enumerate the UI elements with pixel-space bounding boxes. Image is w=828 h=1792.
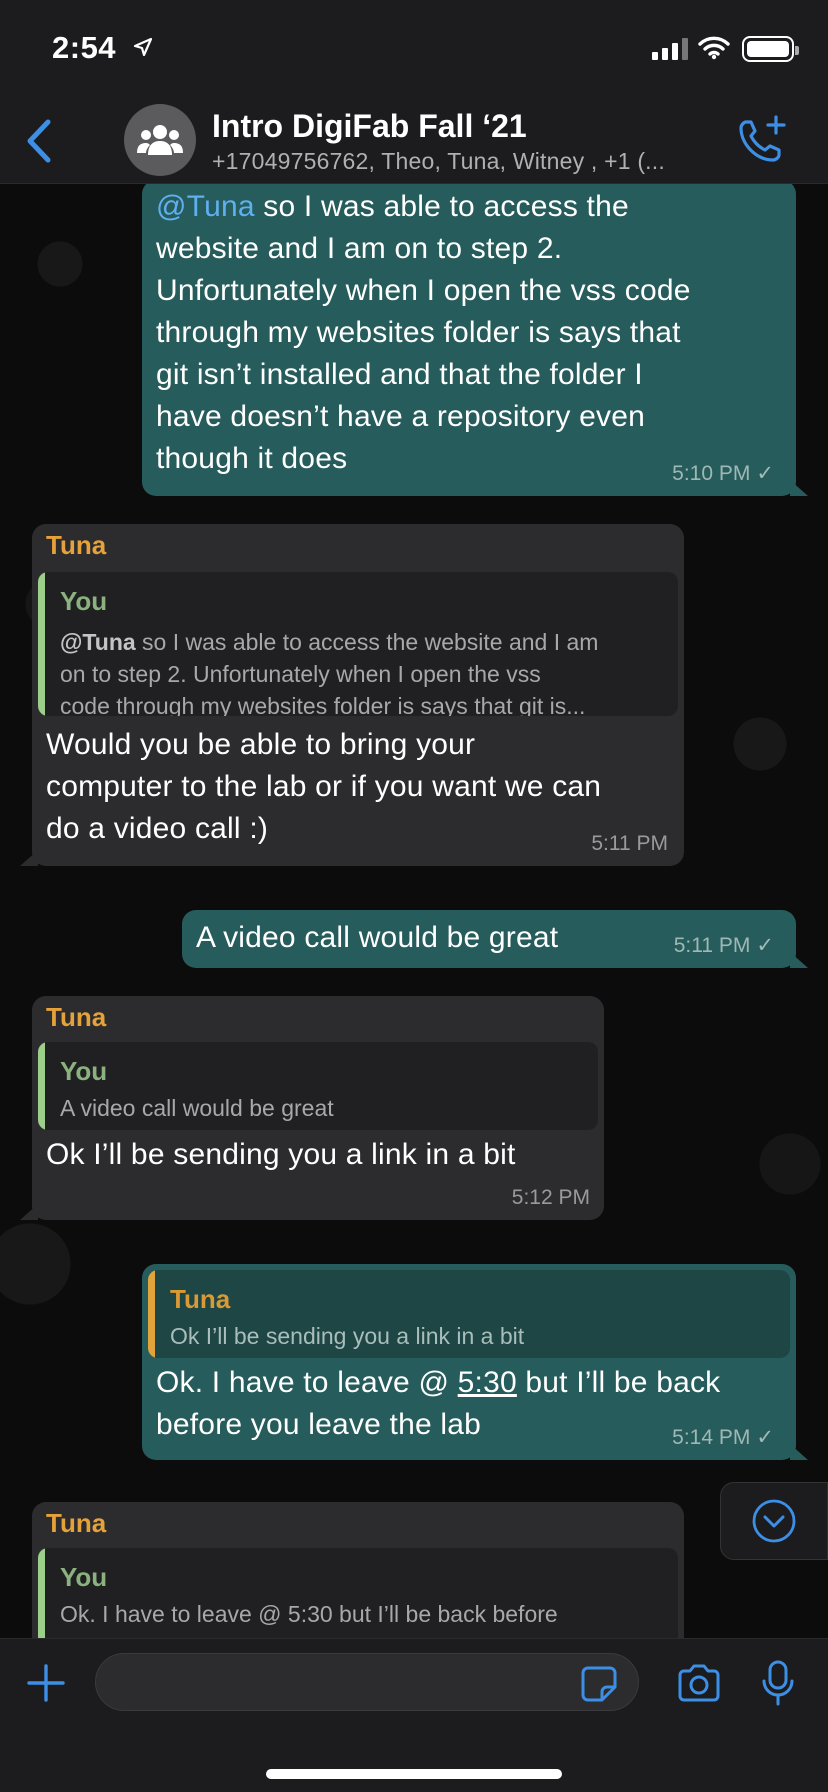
quoted-message[interactable]: Tuna Ok I’ll be sending you a link in a …: [148, 1270, 790, 1358]
home-indicator[interactable]: [266, 1769, 562, 1779]
message-text: Ok I’ll be sending you a link in a bit: [46, 1138, 516, 1171]
message-time: 5:11 PM ✓: [673, 934, 774, 957]
quoted-message[interactable]: You A video call would be great: [38, 1042, 598, 1130]
quote-text: Ok I’ll be sending you a link in a bit: [170, 1323, 525, 1349]
quote-bar: [38, 572, 45, 716]
quote-bar: [148, 1270, 155, 1358]
message-input[interactable]: [95, 1653, 639, 1711]
scroll-to-bottom-button[interactable]: [720, 1482, 828, 1560]
bubble-tail: [790, 1444, 808, 1460]
message-bubble-outgoing[interactable]: Tuna Ok I’ll be sending you a link in a …: [142, 1264, 808, 1460]
quote-bar: [38, 1548, 45, 1638]
status-bar: 2:54: [0, 0, 828, 100]
add-call-icon[interactable]: [736, 114, 788, 166]
quote-author: Tuna: [170, 1284, 231, 1314]
bubble-tail: [790, 952, 808, 968]
sender-name[interactable]: Tuna: [46, 1508, 106, 1539]
location-arrow-icon: [133, 37, 153, 57]
message-list[interactable]: @Tuna so I was able to access the websit…: [0, 184, 828, 1638]
message-bubble-incoming[interactable]: Tuna You A video call would be great Ok …: [20, 996, 604, 1220]
group-avatar-icon: [137, 125, 183, 155]
camera-icon[interactable]: [676, 1663, 722, 1703]
quote-author: You: [60, 586, 108, 616]
plus-icon[interactable]: [26, 1663, 66, 1703]
sender-name[interactable]: Tuna: [46, 1002, 106, 1033]
quote-text: @Tuna so I was able to access the websit…: [60, 629, 599, 716]
microphone-icon[interactable]: [760, 1659, 796, 1707]
quote-bar: [38, 1042, 45, 1130]
message-bubble-outgoing[interactable]: A video call would be great 5:11 PM ✓: [182, 910, 808, 968]
chat-header: Intro DigiFab Fall ‘21 +17049756762, The…: [0, 100, 828, 184]
sticker-icon[interactable]: [580, 1665, 618, 1703]
message-text: @Tuna so I was able to access the websit…: [156, 190, 691, 475]
quote-author: You: [60, 1562, 108, 1592]
quote-text: Ok. I have to leave @ 5:30 but I’ll be b…: [60, 1601, 558, 1627]
quote-author: You: [60, 1056, 108, 1086]
message-time: 5:14 PM ✓: [672, 1426, 774, 1449]
group-avatar[interactable]: [124, 104, 196, 176]
wifi-icon: [698, 36, 730, 60]
bubble-tail: [790, 480, 808, 496]
chat-title[interactable]: Intro DigiFab Fall ‘21: [212, 108, 527, 145]
time-link[interactable]: 5:30: [458, 1366, 517, 1399]
message-bubble-incoming[interactable]: Tuna You Ok. I have to leave @ 5:30 but …: [32, 1502, 684, 1638]
mention[interactable]: @Tuna: [156, 190, 255, 223]
sent-check-icon: ✓: [756, 462, 774, 485]
status-time: 2:54: [52, 30, 117, 65]
message-time: 5:10 PM ✓: [672, 462, 774, 485]
battery-icon: [742, 36, 799, 62]
message-text: Would you be able to bring your computer…: [46, 728, 602, 845]
bubble-tail: [20, 850, 38, 866]
sent-check-icon: ✓: [756, 934, 774, 957]
cellular-signal-icon: [652, 38, 688, 60]
message-time: 5:11 PM: [591, 832, 668, 855]
message-text: A video call would be great: [196, 921, 559, 954]
bubble-tail: [20, 1204, 38, 1220]
scroll-down-icon: [752, 1499, 796, 1543]
sent-check-icon: ✓: [756, 1426, 774, 1449]
chat-participants[interactable]: +17049756762, Theo, Tuna, Witney , +1 (.…: [212, 148, 732, 175]
message-bubble-outgoing[interactable]: @Tuna so I was able to access the websit…: [142, 184, 808, 496]
composer-bar: [0, 1638, 828, 1792]
message-time: 5:12 PM: [511, 1186, 590, 1209]
sender-name[interactable]: Tuna: [46, 530, 106, 561]
quoted-message[interactable]: You Ok. I have to leave @ 5:30 but I’ll …: [38, 1548, 678, 1638]
quote-text: A video call would be great: [60, 1095, 334, 1121]
quoted-message[interactable]: You @Tuna so I was able to access the we…: [38, 572, 678, 716]
back-chevron-icon[interactable]: [24, 118, 54, 164]
message-bubble-incoming[interactable]: Tuna You @Tuna so I was able to access t…: [20, 524, 684, 866]
